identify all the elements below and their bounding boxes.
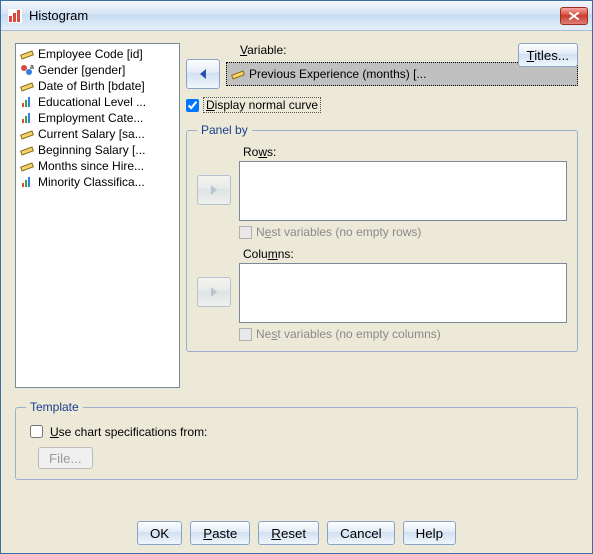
variable-list-label: Employee Code [id]: [38, 47, 143, 61]
rows-listbox[interactable]: [239, 161, 567, 221]
reset-button[interactable]: Reset: [258, 521, 319, 545]
variable-list-label: Gender [gender]: [38, 63, 125, 77]
variable-list-item[interactable]: Educational Level ...: [16, 94, 179, 110]
ruler-icon: [20, 127, 34, 141]
source-variable-list[interactable]: Employee Code [id] a Gender [gender] Date o…: [15, 43, 180, 388]
nominal-icon: a: [20, 63, 34, 77]
use-template-checkbox[interactable]: [30, 425, 43, 438]
checkbox-disabled-icon: [239, 226, 252, 239]
variable-list-label: Date of Birth [bdate]: [38, 79, 145, 93]
cancel-button[interactable]: Cancel: [327, 521, 395, 545]
variable-list-label: Current Salary [sa...: [38, 127, 145, 141]
variable-list-item[interactable]: Current Salary [sa...: [16, 126, 179, 142]
variable-list-item[interactable]: Date of Birth [bdate]: [16, 78, 179, 94]
variable-field-text: Previous Experience (months) [...: [249, 67, 426, 81]
ruler-icon: [20, 143, 34, 157]
template-legend: Template: [26, 400, 83, 414]
nest-rows-label: Nest variables (no empty rows): [256, 225, 421, 239]
ordinal-icon: [20, 95, 34, 109]
variable-list-label: Employment Cate...: [38, 111, 143, 125]
variable-list-label: Educational Level ...: [38, 95, 146, 109]
ordinal-icon: [20, 175, 34, 189]
ruler-icon: [231, 67, 245, 81]
variable-list-item[interactable]: Minority Classifica...: [16, 174, 179, 190]
variable-list-item[interactable]: a Gender [gender]: [16, 62, 179, 78]
panel-by-group: Panel by Rows: Nest variables (no empty …: [186, 123, 578, 352]
columns-listbox[interactable]: [239, 263, 567, 323]
checkbox-disabled-icon: [239, 328, 252, 341]
rows-label: Rows:: [243, 145, 567, 159]
button-bar: OK Paste Reset Cancel Help: [1, 515, 592, 553]
help-button[interactable]: Help: [403, 521, 456, 545]
ruler-icon: [20, 47, 34, 61]
variable-list-label: Beginning Salary [...: [38, 143, 145, 157]
move-columns-button[interactable]: [197, 277, 231, 307]
move-rows-button[interactable]: [197, 175, 231, 205]
variable-list-item[interactable]: Months since Hire...: [16, 158, 179, 174]
nest-rows-check: Nest variables (no empty rows): [239, 225, 567, 239]
panel-by-legend: Panel by: [197, 123, 252, 137]
display-normal-label: Display normal curve: [203, 97, 321, 113]
use-template-label: Use chart specifications from:: [50, 425, 207, 439]
titles-button[interactable]: Titles...: [518, 43, 578, 67]
variable-list-item[interactable]: Employee Code [id]: [16, 46, 179, 62]
template-group: Template Use chart specifications from: …: [15, 400, 578, 480]
columns-label: Columns:: [243, 247, 567, 261]
ordinal-icon: [20, 111, 34, 125]
titles-button-label: Titles...: [527, 48, 569, 63]
display-normal-checkbox[interactable]: [186, 99, 199, 112]
nest-cols-label: Nest variables (no empty columns): [256, 327, 441, 341]
move-variable-button[interactable]: [186, 59, 220, 89]
nest-cols-check: Nest variables (no empty columns): [239, 327, 567, 341]
paste-button[interactable]: Paste: [190, 521, 250, 545]
variable-list-item[interactable]: Beginning Salary [...: [16, 142, 179, 158]
variable-list-item[interactable]: Employment Cate...: [16, 110, 179, 126]
ok-button[interactable]: OK: [137, 521, 182, 545]
ruler-icon: [20, 159, 34, 173]
ruler-icon: [20, 79, 34, 93]
variable-list-label: Months since Hire...: [38, 159, 144, 173]
close-button[interactable]: [560, 7, 588, 25]
svg-text:a: a: [30, 64, 34, 71]
window-title: Histogram: [29, 8, 560, 23]
app-icon: [7, 8, 23, 24]
variable-list-label: Minority Classifica...: [38, 175, 145, 189]
file-button: File...: [38, 447, 93, 469]
title-bar: Histogram: [1, 1, 592, 31]
